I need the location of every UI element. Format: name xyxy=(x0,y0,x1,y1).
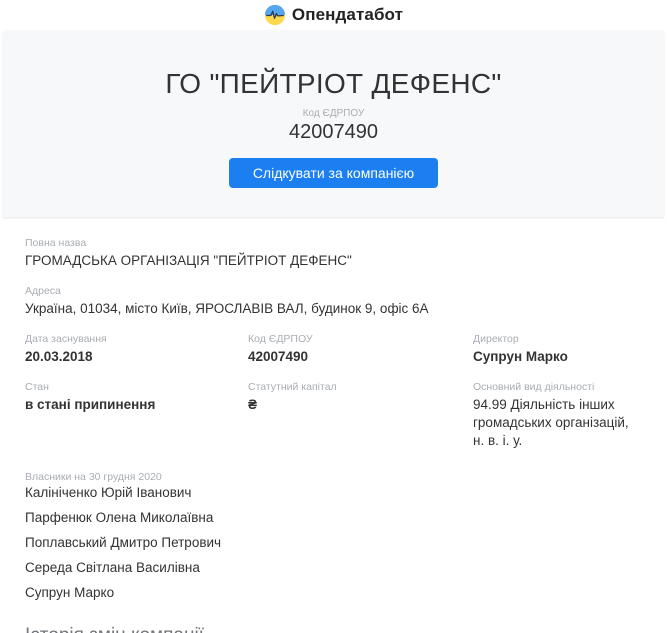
edrpou-code-label: Код ЄДРПОУ xyxy=(3,108,664,119)
field-edrpou: Код ЄДРПОУ 42007490 xyxy=(248,333,473,366)
company-hero-card: ГО "ПЕЙТРІОТ ДЕФЕНС" Код ЄДРПОУ 42007490… xyxy=(3,30,664,217)
history-title: Історія змін компанії xyxy=(25,625,655,633)
field-label: Адреса xyxy=(25,285,642,297)
company-title: ГО "ПЕЙТРІОТ ДЕФЕНС" xyxy=(3,68,664,100)
owner-name: Супрун Марко xyxy=(25,586,642,600)
owners-section: Власники на 30 грудня 2020 Калініченко Ю… xyxy=(25,471,642,600)
field-label: Код ЄДРПОУ xyxy=(248,333,473,345)
field-value: Україна, 01034, місто Київ, ЯРОСЛАВІВ ВА… xyxy=(25,300,642,318)
opendatabot-logo[interactable]: Опендатабот xyxy=(264,4,403,26)
field-label: Основний вид діяльності xyxy=(473,381,642,393)
top-bar: Опендатабот xyxy=(0,0,667,30)
field-value: ГРОМАДСЬКА ОРГАНІЗАЦІЯ "ПЕЙТРІОТ ДЕФЕНС" xyxy=(25,252,642,270)
field-value: в стані припинення xyxy=(25,396,248,414)
field-label: Директор xyxy=(473,333,642,345)
owners-label: Власники на 30 грудня 2020 xyxy=(25,471,642,483)
field-value: 20.03.2018 xyxy=(25,348,248,366)
field-capital: Статутний капітал ₴ xyxy=(248,381,473,450)
owner-name: Поплавський Дмитро Петрович xyxy=(25,536,642,550)
follow-company-button[interactable]: Слідкувати за компанією xyxy=(229,158,438,188)
owner-name: Середа Світлана Василівна xyxy=(25,561,642,575)
field-value: ₴ xyxy=(248,396,473,414)
field-value: 42007490 xyxy=(248,348,473,366)
field-full-name: Повна назва ГРОМАДСЬКА ОРГАНІЗАЦІЯ "ПЕЙТ… xyxy=(25,237,642,270)
opendatabot-pulse-flag-icon xyxy=(264,4,286,26)
company-details: Повна назва ГРОМАДСЬКА ОРГАНІЗАЦІЯ "ПЕЙТ… xyxy=(0,217,667,600)
edrpou-code-value: 42007490 xyxy=(3,121,664,144)
opendatabot-logo-text: Опендатабот xyxy=(292,5,403,25)
owner-name: Парфенюк Олена Миколаївна xyxy=(25,511,642,525)
field-status: Стан в стані припинення xyxy=(25,381,248,450)
owner-name: Калініченко Юрій Іванович xyxy=(25,486,642,500)
field-address: Адреса Україна, 01034, місто Київ, ЯРОСЛ… xyxy=(25,285,642,318)
history-section: Історія змін компанії Дата Було Стало 30… xyxy=(0,611,667,633)
field-value: Супрун Марко xyxy=(473,348,642,366)
field-value: 94.99 Діяльність інших громадських орган… xyxy=(473,396,642,450)
field-label: Статутний капітал xyxy=(248,381,473,393)
field-director: Директор Супрун Марко xyxy=(473,333,642,366)
field-label: Стан xyxy=(25,381,248,393)
field-activity: Основний вид діяльності 94.99 Діяльність… xyxy=(473,381,642,450)
field-label: Повна назва xyxy=(25,237,642,249)
details-grid: Дата заснування 20.03.2018 Код ЄДРПОУ 42… xyxy=(25,333,642,465)
field-founded: Дата заснування 20.03.2018 xyxy=(25,333,248,366)
field-label: Дата заснування xyxy=(25,333,248,345)
